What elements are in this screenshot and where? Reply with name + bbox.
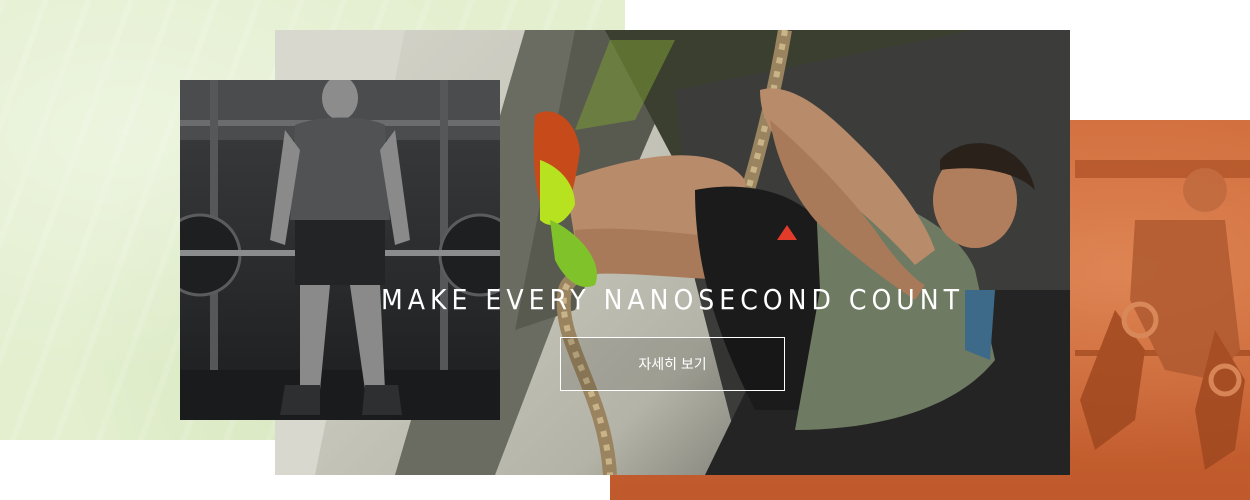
banner-headline: MAKE EVERY NANOSECOND COUNT xyxy=(381,283,964,316)
view-details-button[interactable]: 자세히 보기 xyxy=(560,337,785,391)
view-details-button-label: 자세히 보기 xyxy=(638,356,707,372)
barbell-deadlift-image xyxy=(180,80,500,420)
athlete-on-rings-image xyxy=(1075,160,1250,470)
